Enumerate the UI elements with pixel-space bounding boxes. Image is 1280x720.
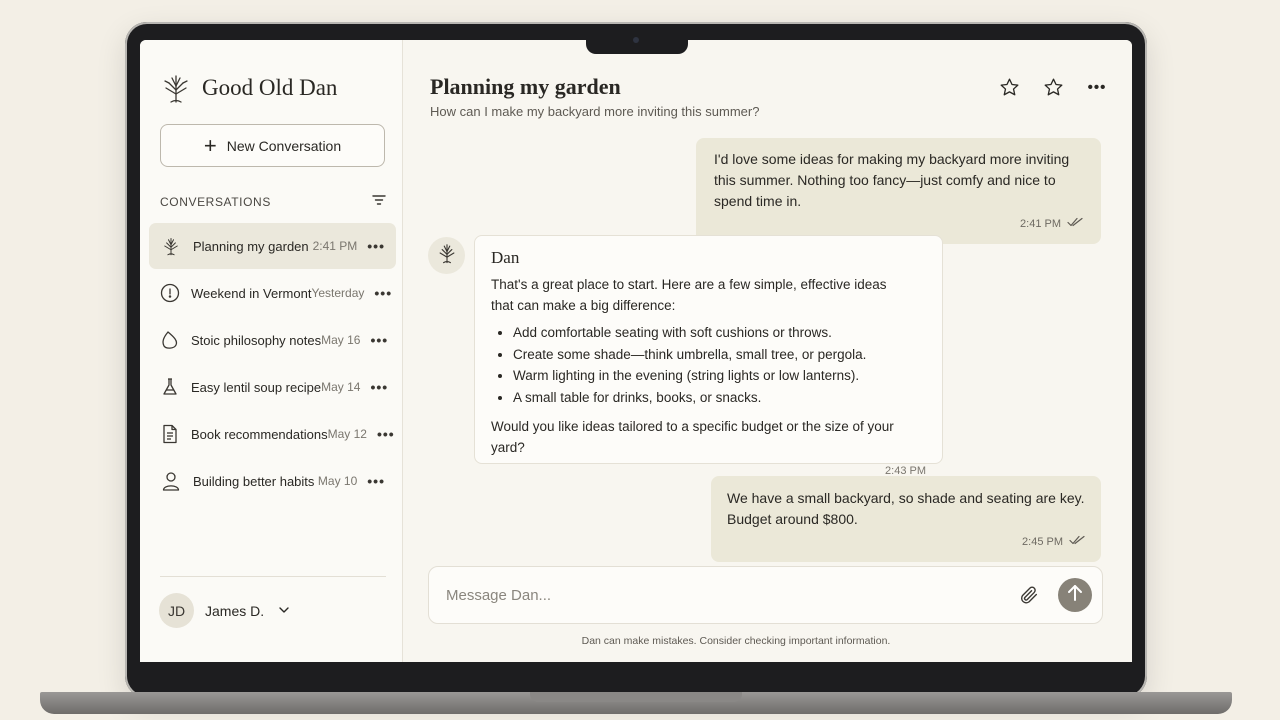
message-text: That's a great place to start. Here are … bbox=[491, 277, 887, 313]
plus-icon: + bbox=[203, 132, 217, 158]
person-icon bbox=[160, 470, 182, 492]
app-window: Good Old Dan + New Conversation CONVERSA… bbox=[140, 40, 1132, 662]
more-options-icon[interactable]: ••• bbox=[367, 238, 385, 254]
message-text: We have a small backyard, so shade and s… bbox=[727, 490, 1085, 527]
star-icon[interactable] bbox=[998, 76, 1020, 98]
message-text: Would you like ideas tailored to a speci… bbox=[491, 419, 894, 455]
conversation-title: Planning my garden bbox=[193, 238, 309, 254]
avatar: JD bbox=[159, 593, 194, 628]
filter-icon[interactable] bbox=[372, 194, 386, 209]
conversation-time: May 16 bbox=[321, 333, 361, 347]
chat-panel: Planning my garden How can I make my bac… bbox=[403, 40, 1132, 662]
conversations-header: CONVERSATIONS bbox=[160, 194, 386, 209]
flask-icon bbox=[160, 376, 180, 398]
message-input[interactable] bbox=[446, 586, 1016, 604]
conversation-time: May 12 bbox=[327, 427, 367, 441]
conversation-title: Stoic philosophy notes bbox=[191, 332, 322, 348]
sender-name: Dan bbox=[491, 248, 520, 267]
tree-icon bbox=[160, 72, 192, 104]
sidebar-divider bbox=[160, 576, 386, 577]
conversations-section-label: CONVERSATIONS bbox=[160, 194, 271, 209]
user-name: James D. bbox=[205, 602, 265, 619]
chat-title: Planning my garden bbox=[430, 74, 621, 99]
conversation-list: Planning my garden 2:41 PM ••• Weekend i… bbox=[149, 223, 396, 505]
conversation-item[interactable]: Building better habits May 10 ••• bbox=[149, 458, 396, 504]
new-conversation-button[interactable]: + New Conversation bbox=[160, 124, 385, 167]
more-options-icon[interactable]: ••• bbox=[370, 379, 388, 395]
conversation-time: May 10 bbox=[317, 474, 358, 488]
compass-icon bbox=[160, 282, 180, 304]
list-item: A small table for drinks, books, or snac… bbox=[513, 387, 926, 409]
more-options-icon[interactable]: ••• bbox=[1086, 76, 1108, 98]
document-icon bbox=[160, 423, 180, 445]
list-item: Add comfortable seating with soft cushio… bbox=[513, 322, 926, 344]
arrow-up-icon bbox=[1067, 584, 1083, 607]
tree-icon bbox=[160, 235, 182, 257]
chat-actions: ••• bbox=[998, 76, 1108, 98]
more-options-icon[interactable]: ••• bbox=[374, 285, 392, 301]
send-button[interactable] bbox=[1058, 578, 1092, 612]
conversation-item[interactable]: Book recommendations May 12 ••• bbox=[149, 411, 396, 457]
conversation-item[interactable]: Easy lentil soup recipe May 14 ••• bbox=[149, 364, 396, 410]
more-options-icon[interactable]: ••• bbox=[377, 426, 395, 442]
double-check-icon bbox=[1069, 532, 1085, 553]
conversation-time: 2:41 PM bbox=[312, 239, 358, 253]
conversation-title: Book recommendations bbox=[191, 426, 328, 442]
double-check-icon bbox=[1067, 214, 1083, 235]
conversation-item[interactable]: Weekend in Vermont Yesterday ••• bbox=[149, 270, 396, 316]
star-icon[interactable] bbox=[1042, 76, 1064, 98]
chat-subtitle: How can I make my backyard more inviting… bbox=[430, 104, 760, 119]
camera-dot bbox=[633, 37, 639, 43]
list-item: Warm lighting in the evening (string lig… bbox=[513, 365, 926, 387]
conversation-item[interactable]: Stoic philosophy notes May 16 ••• bbox=[149, 317, 396, 363]
conversation-time: May 14 bbox=[321, 380, 361, 394]
conversation-title: Weekend in Vermont bbox=[191, 285, 312, 301]
user-menu[interactable]: JD James D. bbox=[159, 593, 289, 628]
conversation-item[interactable]: Planning my garden 2:41 PM ••• bbox=[149, 223, 396, 269]
more-options-icon[interactable]: ••• bbox=[370, 332, 388, 348]
new-conversation-label: New Conversation bbox=[226, 137, 342, 154]
disclaimer: Dan can make mistakes. Consider checking… bbox=[581, 635, 891, 647]
leaf-icon bbox=[160, 329, 180, 351]
app-name: Good Old Dan bbox=[202, 75, 338, 100]
sidebar: Good Old Dan + New Conversation CONVERSA… bbox=[140, 40, 403, 662]
message-time: 2:45 PM bbox=[1022, 536, 1063, 548]
user-message: We have a small backyard, so shade and s… bbox=[711, 476, 1101, 562]
brand[interactable]: Good Old Dan bbox=[160, 72, 337, 104]
more-options-icon[interactable]: ••• bbox=[367, 473, 385, 489]
laptop-base-notch bbox=[530, 692, 742, 702]
message-composer bbox=[428, 566, 1103, 624]
message-time: 2:41 PM bbox=[1020, 218, 1061, 230]
message-meta: 2:41 PM bbox=[714, 214, 1083, 235]
conversation-title: Building better habits bbox=[193, 473, 315, 489]
assistant-message: Dan That's a great place to start. Here … bbox=[474, 235, 943, 477]
chevron-down-icon bbox=[279, 605, 289, 617]
message-meta: 2:45 PM bbox=[727, 532, 1085, 553]
idea-list: Add comfortable seating with soft cushio… bbox=[513, 322, 926, 408]
user-message: I'd love some ideas for making my backya… bbox=[696, 138, 1101, 244]
assistant-avatar bbox=[428, 237, 465, 274]
paperclip-icon[interactable] bbox=[1016, 582, 1042, 608]
tree-icon bbox=[436, 242, 458, 269]
conversation-title: Easy lentil soup recipe bbox=[191, 379, 322, 395]
message-text: I'd love some ideas for making my backya… bbox=[714, 151, 1070, 209]
list-item: Create some shade—think umbrella, small … bbox=[513, 344, 926, 366]
conversation-time: Yesterday bbox=[311, 286, 365, 300]
